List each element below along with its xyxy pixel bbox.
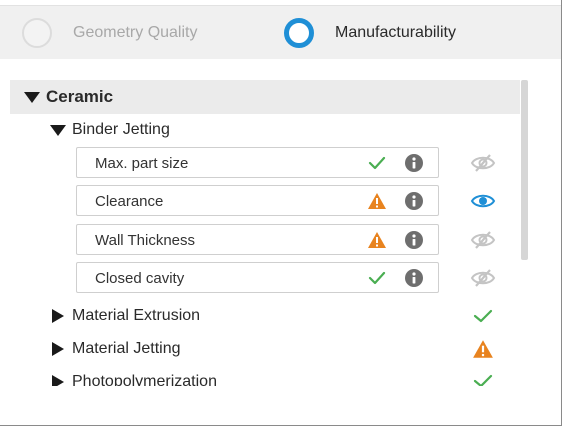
process-label: Material Jetting (72, 340, 181, 357)
analysis-mode-selector: Geometry Quality Manufacturability (0, 5, 561, 59)
manufacturability-panel: Geometry Quality Manufacturability Ceram… (0, 0, 562, 426)
caret-down-icon[interactable] (24, 91, 40, 103)
check-icon (367, 154, 387, 172)
radio-selected-icon[interactable] (284, 17, 314, 48)
geometry-quality-label: Geometry Quality (73, 23, 198, 41)
info-icon[interactable] (405, 154, 423, 172)
process-binder-jetting[interactable]: Binder Jetting (10, 116, 520, 144)
manufacturability-label: Manufacturability (335, 23, 456, 41)
process-label: Material Extrusion (72, 307, 201, 324)
check-label: Wall Thickness (95, 232, 196, 249)
eye-slash-icon[interactable] (468, 151, 498, 175)
radio-unselected-icon[interactable] (22, 17, 52, 48)
category-label: Ceramic (46, 87, 114, 106)
check-icon (367, 269, 387, 287)
caret-right-icon[interactable] (52, 309, 64, 323)
eye-slash-icon[interactable] (468, 266, 498, 290)
eye-slash-icon[interactable] (468, 228, 498, 252)
check-row-wall-thickness[interactable]: Wall Thickness (76, 224, 439, 255)
caret-right-icon[interactable] (52, 342, 64, 356)
geometry-quality-option[interactable]: Geometry Quality (22, 6, 197, 59)
check-icon (470, 370, 496, 386)
process-material-extrusion[interactable]: Material Extrusion (10, 302, 520, 330)
caret-right-icon[interactable] (52, 375, 64, 386)
check-row-clearance[interactable]: Clearance (76, 185, 439, 216)
check-icon (470, 305, 496, 327)
warning-icon (367, 231, 387, 249)
category-ceramic[interactable]: Ceramic (10, 80, 520, 114)
check-label: Closed cavity (95, 270, 185, 287)
warning-icon (367, 192, 387, 210)
check-label: Clearance (95, 193, 164, 210)
caret-down-icon[interactable] (50, 124, 66, 136)
info-icon[interactable] (405, 192, 423, 210)
check-label: Max. part size (95, 155, 189, 172)
tree-scrollbar[interactable] (521, 80, 528, 260)
info-icon[interactable] (405, 231, 423, 249)
process-label: Photopolymerization (72, 373, 217, 386)
info-icon[interactable] (405, 269, 423, 287)
check-row-closed-cavity[interactable]: Closed cavity (76, 262, 439, 293)
process-label: Binder Jetting (72, 121, 170, 138)
process-tree: Ceramic Binder Jetting Max. part size Cl… (10, 80, 520, 386)
process-photopolymerization[interactable]: Photopolymerization (10, 368, 520, 386)
check-row-max-part-size[interactable]: Max. part size (76, 147, 439, 178)
eye-icon[interactable] (468, 189, 498, 213)
process-material-jetting[interactable]: Material Jetting (10, 335, 520, 363)
manufacturability-option[interactable]: Manufacturability (284, 6, 456, 59)
warning-icon (470, 338, 496, 360)
